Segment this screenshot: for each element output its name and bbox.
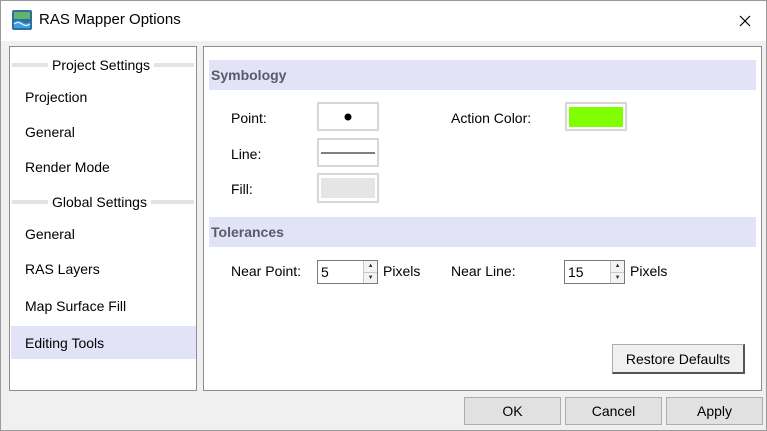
fill-sample: [321, 178, 375, 198]
project-settings-section: Project Settings: [12, 56, 194, 74]
symbology-header: Symbology: [209, 60, 756, 90]
title-bar[interactable]: RAS Mapper Options: [1, 1, 766, 41]
close-button[interactable]: [723, 1, 767, 41]
section-label: Global Settings: [52, 194, 147, 210]
near-point-label: Near Point:: [231, 263, 302, 279]
nav-item-global-general[interactable]: General: [11, 217, 196, 250]
section-label: Project Settings: [52, 57, 151, 73]
action-color-swatch[interactable]: [565, 102, 627, 131]
near-line-label: Near Line:: [451, 263, 516, 279]
settings-nav-panel: Project Settings Projection General Rend…: [9, 46, 197, 391]
window-title: RAS Mapper Options: [39, 11, 181, 28]
spin-up-icon[interactable]: ▲: [364, 261, 377, 272]
global-settings-section: Global Settings: [12, 193, 194, 211]
nav-item-editing-tools[interactable]: Editing Tools: [11, 326, 196, 359]
fill-label: Fill:: [231, 181, 253, 197]
near-point-input[interactable]: [318, 261, 364, 283]
nav-item-projection[interactable]: Projection: [11, 80, 196, 113]
spin-down-icon[interactable]: ▼: [364, 271, 377, 283]
restore-defaults-button[interactable]: Restore Defaults: [612, 344, 745, 374]
fill-symbol-swatch[interactable]: [317, 173, 379, 203]
nav-item-label: Map Surface Fill: [25, 297, 127, 314]
near-line-unit: Pixels: [630, 263, 668, 279]
near-point-unit: Pixels: [383, 263, 421, 279]
spin-up-icon[interactable]: ▲: [611, 261, 624, 272]
tolerances-header: Tolerances: [209, 217, 756, 247]
action-color-sample: [569, 106, 623, 127]
action-color-label: Action Color:: [451, 110, 532, 126]
nav-item-label: General: [25, 225, 75, 242]
line-sample-icon: [321, 151, 375, 154]
nav-item-ras-layers[interactable]: RAS Layers: [11, 252, 196, 285]
nav-item-project-general[interactable]: General: [11, 115, 196, 148]
near-line-stepper[interactable]: ▲ ▼: [564, 260, 625, 284]
nav-item-render-mode[interactable]: Render Mode: [11, 150, 196, 183]
point-dot-icon: [344, 113, 352, 120]
point-label: Point:: [231, 110, 267, 126]
line-symbol-swatch[interactable]: [317, 138, 379, 167]
nav-item-label: Projection: [25, 88, 88, 105]
options-dialog: RAS Mapper Options Project Settings Proj…: [0, 0, 767, 431]
close-icon: [739, 15, 751, 27]
nav-item-label: General: [25, 123, 75, 140]
nav-item-label: Editing Tools: [25, 334, 105, 351]
ok-button[interactable]: OK: [464, 397, 561, 425]
apply-button[interactable]: Apply: [666, 397, 763, 425]
nav-item-label: Render Mode: [25, 158, 110, 175]
nav-item-map-surface-fill[interactable]: Map Surface Fill: [11, 289, 196, 322]
near-point-stepper[interactable]: ▲ ▼: [317, 260, 378, 284]
nav-item-label: RAS Layers: [25, 260, 100, 277]
point-symbol-swatch[interactable]: [317, 102, 379, 131]
cancel-button[interactable]: Cancel: [565, 397, 662, 425]
near-line-input[interactable]: [565, 261, 611, 283]
line-label: Line:: [231, 146, 262, 162]
ras-mapper-app-icon: [12, 10, 32, 30]
spin-down-icon[interactable]: ▼: [611, 271, 624, 283]
editing-tools-panel: Symbology Point: Line: Fill: Action Colo…: [203, 46, 762, 391]
